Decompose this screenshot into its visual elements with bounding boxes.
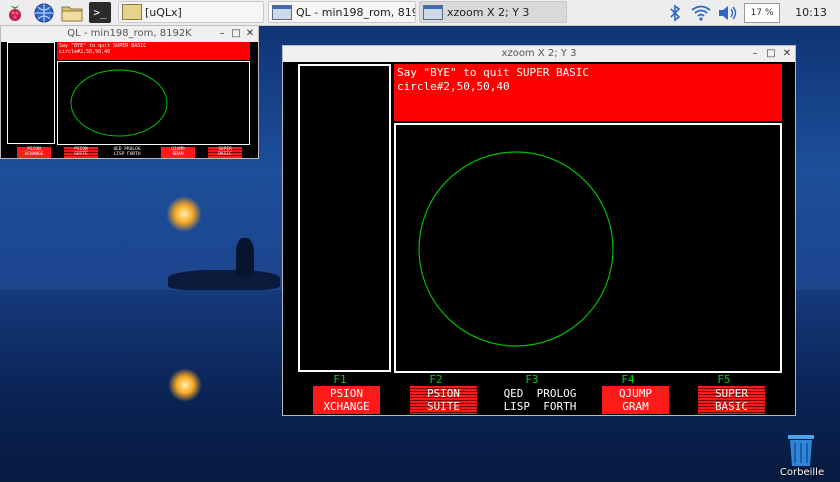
terminal-icon[interactable]: >_: [89, 2, 111, 23]
zoom-left-panel: [298, 64, 391, 372]
xzoom-view[interactable]: Say "BYE" to quit SUPER BASIC circle#2,5…: [283, 62, 795, 415]
ql-command-area: Say "BYE" to quit SUPER BASIC circle#2,5…: [57, 42, 250, 60]
file-manager-icon[interactable]: [61, 2, 83, 23]
ql-graphics-panel: [57, 61, 250, 145]
trash-label: Corbeille: [779, 467, 825, 478]
xzoom-window[interactable]: xzoom X 2; Y 3 – □ ✕ Say "BYE" to quit S…: [282, 45, 796, 416]
raspberry-menu-icon[interactable]: [4, 2, 26, 23]
ql-window[interactable]: QL - min198_rom, 8192K – □ ✕ Say "BYE" t…: [0, 25, 259, 159]
fkey-f5-super-basic[interactable]: SUPER BASIC: [698, 386, 765, 414]
zoom-circle: [418, 151, 614, 347]
fkey-f1-psion-xchange[interactable]: PSION XCHANGE: [313, 386, 380, 414]
ql-fkey-2[interactable]: PSION SUITE: [64, 147, 98, 158]
close-icon[interactable]: ✕: [781, 48, 793, 60]
fkey-label-f2: F2: [429, 373, 443, 386]
ql-fkey-4[interactable]: QJUMP GRAM: [161, 147, 195, 158]
close-icon[interactable]: ✕: [244, 28, 256, 40]
minimize-icon[interactable]: –: [749, 48, 761, 60]
volume-icon[interactable]: [716, 2, 738, 23]
ql-window-titlebar[interactable]: QL - min198_rom, 8192K – □ ✕: [1, 26, 258, 43]
boat-silhouette: [168, 270, 280, 290]
taskbar-button-ql[interactable]: QL - min198_rom, 8192K: [268, 1, 416, 23]
window-icon: [272, 4, 292, 20]
lantern-reflection: [168, 368, 202, 402]
folder-icon: [122, 4, 142, 20]
fkey-f4-qjump-gram[interactable]: QJUMP GRAM: [602, 386, 669, 414]
ql-circle: [70, 69, 168, 137]
cpu-monitor[interactable]: 17 %: [744, 3, 780, 23]
ql-fkey-5[interactable]: SUPER BASIC: [208, 147, 242, 158]
bluetooth-icon[interactable]: [664, 2, 686, 23]
lantern-glow: [166, 196, 202, 232]
ql-screen[interactable]: Say "BYE" to quit SUPER BASIC circle#2,5…: [1, 42, 258, 158]
ql-left-panel: [7, 42, 55, 144]
minimize-icon[interactable]: –: [216, 28, 228, 40]
fisherman-silhouette: [236, 238, 254, 276]
clock[interactable]: 10:13: [786, 0, 836, 25]
taskbar-button-xzoom[interactable]: xzoom X 2; Y 3: [419, 1, 567, 23]
window-icon: [423, 4, 443, 20]
fkey-label-f1: F1: [333, 373, 347, 386]
trash-icon[interactable]: [786, 433, 816, 467]
fkey-label-f5: F5: [717, 373, 731, 386]
maximize-icon[interactable]: □: [765, 48, 777, 60]
zoom-graphics-panel: [394, 123, 782, 373]
taskbar: >_ [uQLx] QL - min198_rom, 8192K xzoom X…: [0, 0, 840, 26]
xzoom-titlebar[interactable]: xzoom X 2; Y 3 – □ ✕: [283, 46, 795, 63]
fkey-label-f3: F3: [525, 373, 539, 386]
fkey-f2-psion-suite[interactable]: PSION SUITE: [410, 386, 477, 414]
maximize-icon[interactable]: □: [230, 28, 242, 40]
fkey-f3-qed-prolog[interactable]: QED PROLOG LISP FORTH: [495, 386, 585, 415]
zoom-command-area: Say "BYE" to quit SUPER BASIC circle#2,5…: [394, 64, 782, 121]
taskbar-button-uqlx[interactable]: [uQLx]: [118, 1, 264, 23]
wifi-icon[interactable]: [690, 2, 712, 23]
browser-icon[interactable]: [33, 2, 55, 23]
ql-fkey-1[interactable]: PSION XCHANGE: [17, 147, 51, 158]
fkey-label-f4: F4: [621, 373, 635, 386]
ql-fkey-3[interactable]: QED PROLOG LISP FORTH: [107, 147, 147, 158]
